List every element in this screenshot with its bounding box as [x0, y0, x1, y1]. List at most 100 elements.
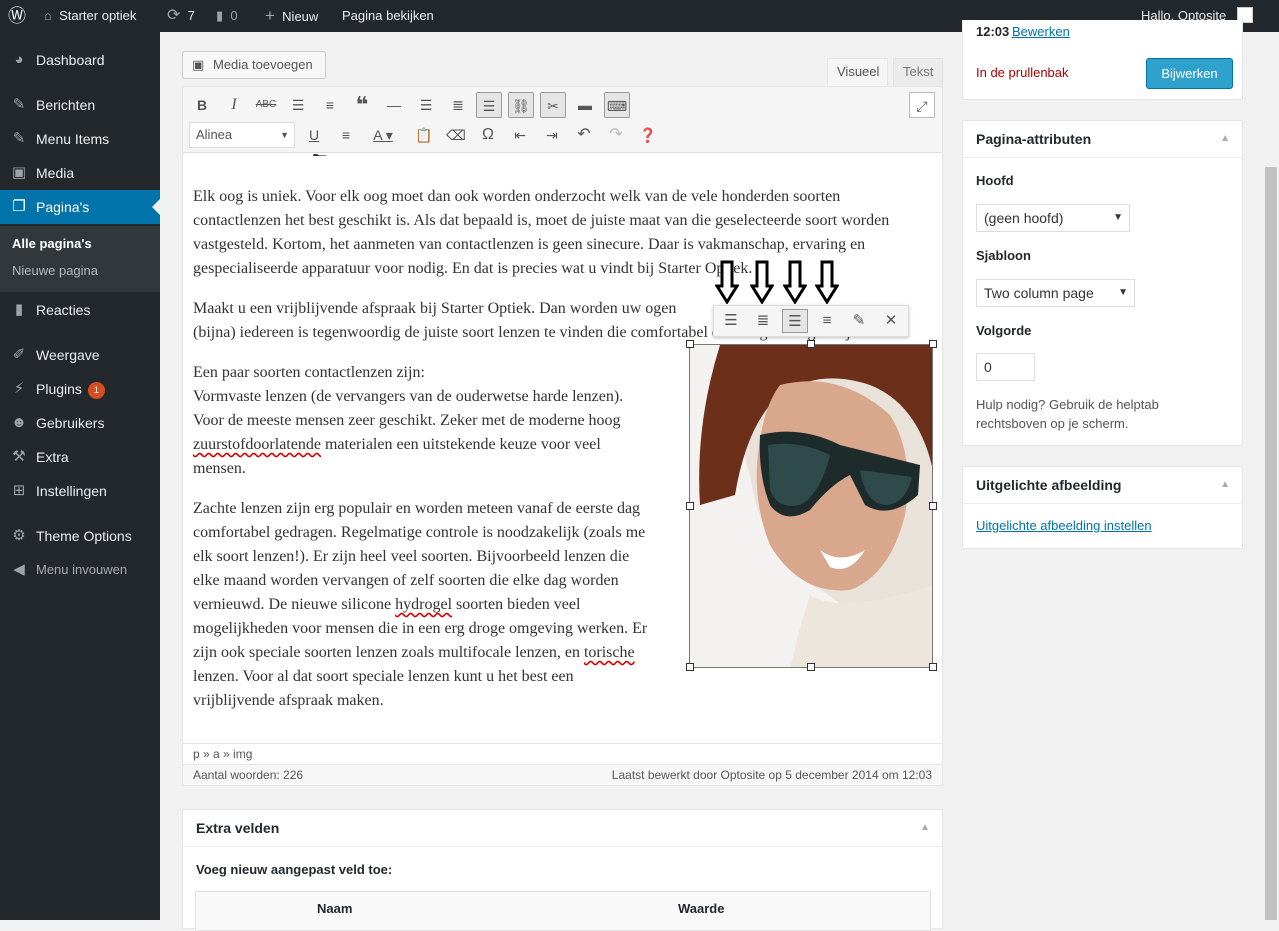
unlink-icon[interactable]: ✂	[540, 92, 566, 118]
sidebar-item-dashboard[interactable]: ◕ Dashboard	[0, 43, 160, 77]
wordpress-logo-icon[interactable]: Ⓦ	[8, 0, 26, 32]
comment-icon: ▮	[14, 301, 24, 318]
submenu-new-page[interactable]: Nieuwe pagina	[12, 263, 98, 278]
help-text: Hulp nodig? Gebruik de helptab rechtsbov…	[976, 397, 1159, 431]
edit-publish-link[interactable]: Bewerken	[1012, 24, 1070, 39]
paste-text-icon[interactable]: 📋	[411, 122, 437, 148]
tab-text[interactable]: Tekst	[893, 58, 943, 86]
italic-icon[interactable]: I	[221, 92, 247, 118]
toggle-arrow-icon[interactable]: ▲	[1220, 479, 1230, 490]
resize-handle[interactable]	[686, 502, 694, 510]
sidebar-item-media[interactable]: ▣ Media	[0, 156, 160, 190]
scrollbar-thumb[interactable]	[1265, 167, 1277, 920]
undo-icon[interactable]: ↶	[571, 122, 597, 148]
custom-fields-box: Extra velden ▲ Voeg nieuw aangepast veld…	[182, 809, 943, 931]
justify-icon[interactable]: ≡	[333, 122, 359, 148]
edit-image-pencil-icon[interactable]: ✎	[846, 309, 872, 333]
comment-icon: ▮	[216, 8, 224, 23]
template-select[interactable]: Two column page ▼	[976, 279, 1135, 307]
link-icon[interactable]: ⛓	[508, 92, 534, 118]
column-value-header: Waarde	[678, 901, 725, 916]
sidebar-item-users[interactable]: ☻ Gebruikers	[0, 406, 160, 440]
sidebar-item-plugins[interactable]: ⚡ Plugins 1	[0, 372, 160, 406]
sidebar-item-appearance[interactable]: ✐ Weergave	[0, 338, 160, 372]
image-toolbar: ☰ ≣ ☰ ≡ ✎ ✕	[713, 305, 909, 337]
fullscreen-icon[interactable]: ⤢	[909, 92, 935, 118]
template-label: Sjabloon	[976, 248, 1031, 263]
site-name-link[interactable]: ⌂ Starter optiek	[44, 0, 136, 32]
text-color-icon[interactable]: A ▾	[365, 122, 401, 148]
read-more-icon[interactable]: ▬	[572, 92, 598, 118]
remove-image-icon[interactable]: ✕	[878, 309, 904, 333]
order-label: Volgorde	[976, 323, 1032, 338]
chevron-down-icon: ▼	[1113, 212, 1123, 223]
scrollbar[interactable]	[1263, 32, 1279, 920]
resize-handle[interactable]	[686, 340, 694, 348]
horizontal-rule-icon[interactable]: —	[381, 92, 407, 118]
resize-handle[interactable]	[807, 340, 815, 348]
sidebar-item-theme-options[interactable]: ⚙ Theme Options	[0, 519, 160, 553]
resize-handle[interactable]	[929, 502, 937, 510]
featured-image-title: Uitgelichte afbeelding	[976, 477, 1122, 493]
clear-formatting-icon[interactable]: ⌫	[443, 122, 469, 148]
resize-handle[interactable]	[686, 663, 694, 671]
parent-select[interactable]: (geen hoofd) ▼	[976, 204, 1130, 232]
sidebar-collapse-menu[interactable]: ◀ Menu invouwen	[0, 553, 160, 587]
indent-icon[interactable]: ⇥	[539, 122, 565, 148]
update-button[interactable]: Bijwerken	[1146, 58, 1233, 89]
image-align-none-icon[interactable]: ≡	[814, 309, 840, 333]
comments-link[interactable]: ▮ 0	[216, 0, 238, 32]
redo-icon[interactable]: ↷	[603, 122, 629, 148]
view-page-link[interactable]: Pagina bekijken	[342, 0, 434, 32]
toolbar-toggle-icon[interactable]: ⌨	[604, 92, 630, 118]
outdent-icon[interactable]: ⇤	[507, 122, 533, 148]
bullet-list-icon[interactable]: ☰	[285, 92, 311, 118]
numbered-list-icon[interactable]: ≡	[317, 92, 343, 118]
selected-image[interactable]	[689, 344, 933, 668]
help-icon[interactable]: ❓	[635, 122, 661, 148]
new-content-link[interactable]: + Nieuw	[265, 0, 318, 32]
add-media-button[interactable]: ▣ Media toevoegen	[182, 51, 326, 79]
format-select[interactable]: Alinea ▼	[189, 122, 295, 148]
underline-icon[interactable]: U	[301, 122, 327, 148]
submenu-all-pages[interactable]: Alle pagina's	[12, 236, 92, 251]
element-path: p » a » img	[183, 743, 942, 764]
align-right-icon[interactable]: ☰	[476, 92, 502, 118]
resize-handle[interactable]	[929, 663, 937, 671]
align-left-icon[interactable]: ☰	[413, 92, 439, 118]
pages-submenu: Alle pagina's Nieuwe pagina	[0, 226, 160, 292]
sidebar-item-menu-items[interactable]: ✎ Menu Items	[0, 122, 160, 156]
featured-image-box: Uitgelichte afbeelding ▲ Uitgelichte afb…	[962, 466, 1243, 549]
image-align-right-icon[interactable]: ☰	[782, 309, 808, 333]
order-input[interactable]: 0	[976, 353, 1035, 381]
toggle-arrow-icon[interactable]: ▲	[1220, 133, 1230, 144]
tab-visual[interactable]: Visueel	[827, 58, 888, 86]
align-center-icon[interactable]: ≣	[445, 92, 471, 118]
resize-handle[interactable]	[807, 663, 815, 671]
plugin-icon: ⚡	[13, 380, 25, 397]
sidebar-item-tools[interactable]: ⚒ Extra	[0, 440, 160, 474]
bold-icon[interactable]: B	[189, 92, 215, 118]
sidebar-item-berichten[interactable]: ✎ Berichten	[0, 88, 160, 122]
set-featured-image-link[interactable]: Uitgelichte afbeelding instellen	[976, 518, 1152, 533]
sidebar-item-pages[interactable]: ❐ Pagina's	[0, 190, 160, 224]
pages-icon: ❐	[12, 198, 26, 215]
image-align-left-icon[interactable]: ☰	[718, 309, 744, 333]
sidebar-item-settings[interactable]: ⊞ Instellingen	[0, 474, 160, 508]
updates-link[interactable]: ⟳ 7	[167, 0, 195, 32]
collapse-icon: ◀	[13, 561, 25, 578]
publish-time: 12:03	[976, 24, 1010, 39]
resize-handle[interactable]	[929, 340, 937, 348]
blockquote-icon[interactable]: ❝	[349, 92, 375, 118]
plugins-update-badge: 1	[87, 382, 105, 399]
pin-icon: ✎	[12, 130, 26, 147]
image-align-center-icon[interactable]: ≣	[750, 309, 776, 333]
move-to-trash-link[interactable]: In de prullenbak	[976, 65, 1069, 80]
word-count: Aantal woorden: 226	[193, 768, 304, 782]
paragraph-2-line-1: Maakt u een vrijblijvende afspraak bij S…	[193, 300, 677, 317]
special-character-icon[interactable]: Ω	[475, 122, 501, 148]
toggle-arrow-icon[interactable]: ▲	[920, 822, 930, 833]
strikethrough-icon[interactable]: ABC	[253, 92, 279, 118]
chevron-down-icon: ▼	[280, 130, 289, 140]
sidebar-item-comments[interactable]: ▮ Reacties	[0, 293, 160, 327]
